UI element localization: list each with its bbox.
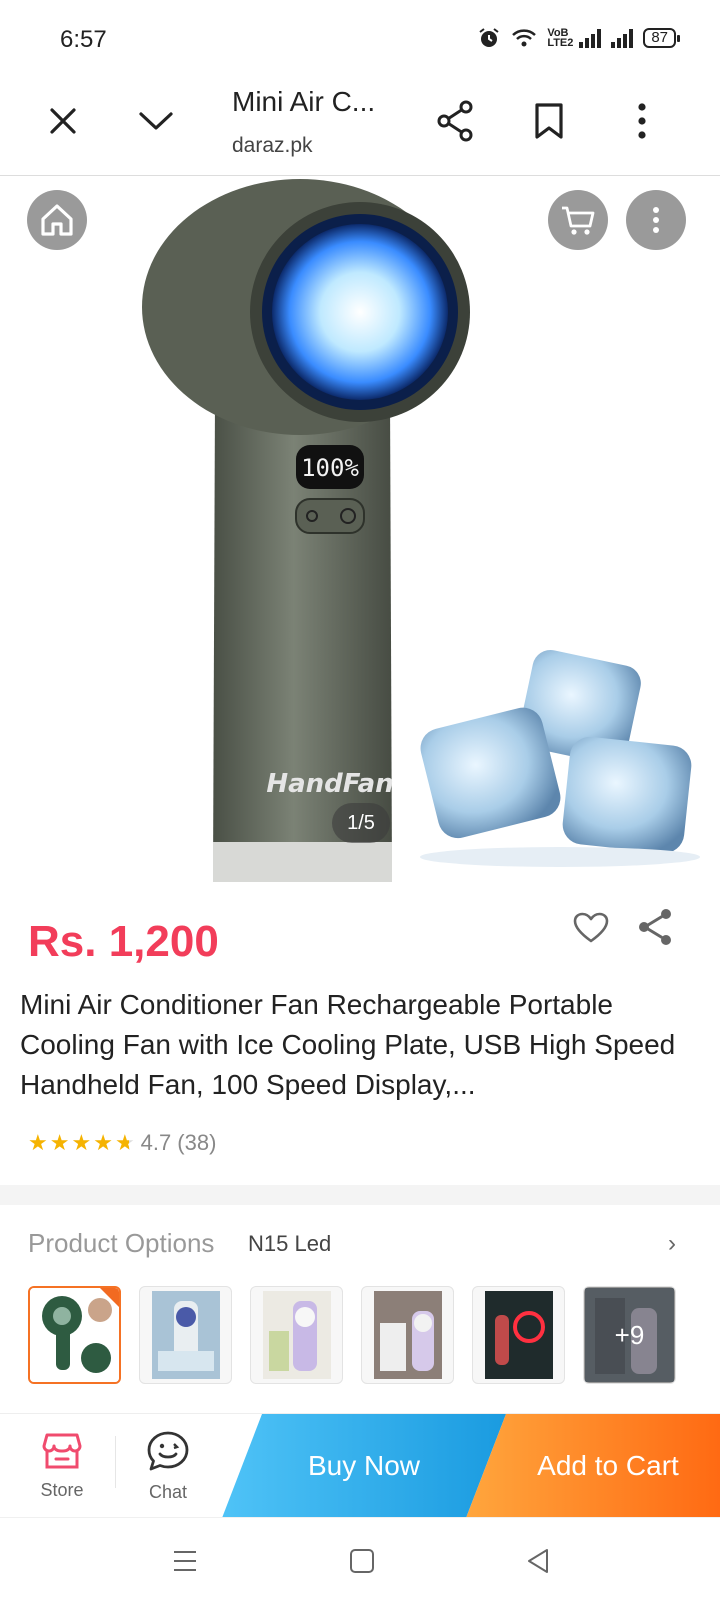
cart-icon [562,206,595,235]
minimize-tab-button[interactable] [132,98,180,144]
cart-button[interactable] [548,190,608,250]
more-options-count[interactable]: +9 [584,1287,675,1383]
back-nav-button[interactable] [513,1538,563,1584]
gallery-page-indicator: 1/5 [332,803,390,843]
close-tab-button[interactable] [40,98,86,144]
chat-label: Chat [148,1481,188,1502]
chat-button[interactable]: Chat [128,1414,208,1518]
close-icon [50,108,76,134]
option-thumbnail[interactable] [28,1286,121,1384]
square-icon [350,1549,374,1573]
heart-icon [573,912,609,943]
price-row: Rs. 1,200 [0,897,720,987]
battery-indicator: 87 [643,28,680,48]
option-thumbnail[interactable]: +9 [583,1286,676,1384]
share-product-button[interactable] [632,903,678,951]
speed-display-text: 100% [301,454,359,482]
product-title[interactable]: Mini Air Conditioner Fan Rechargeable Po… [20,985,700,1105]
more-vertical-icon [653,207,659,233]
bookmark-icon [535,103,563,139]
bottom-action-bar: Store Chat Buy Now Add to Cart [0,1413,720,1518]
green-fan-thumbnail-image [30,1288,119,1382]
share-icon [437,100,473,142]
more-menu-button[interactable] [620,96,664,146]
chevron-right-icon[interactable]: › [668,1230,676,1258]
product-image-gallery[interactable]: 100% HandFan 1/5 [0,177,720,897]
rating-row[interactable]: ★ ★ ★ ★ ★ 4.7 (38) [28,1130,216,1156]
rating-count: (38) [177,1130,217,1155]
status-time: 6:57 [60,26,107,53]
home-nav-button[interactable] [337,1538,387,1584]
chat-icon [147,1431,189,1470]
star-icon: ★ [71,1130,92,1155]
alarm-icon [479,28,499,47]
purple-fan-thumbnail-image [262,1291,331,1379]
wifi-icon [512,29,537,47]
system-navigation-bar [0,1517,720,1604]
share-icon [639,909,671,945]
option-thumbnail[interactable] [139,1286,232,1384]
led-fan-thumbnail-image [484,1291,553,1379]
star-icon: ★ [93,1130,113,1155]
rating-value: 4.7 [140,1130,172,1155]
star-icon: ★ [49,1130,70,1155]
tab-domain[interactable]: daraz.pk [232,134,313,158]
product-options-label[interactable]: Product Options [28,1228,214,1259]
chevron-down-icon [139,112,173,130]
bottom-bar-separator [115,1436,116,1488]
star-icon: ★ [28,1130,48,1155]
network-type-label: VoB LTE2 [547,27,574,49]
status-icons: VoB LTE2 87 [477,26,680,50]
recent-apps-button[interactable] [160,1538,210,1584]
share-page-button[interactable] [432,96,478,146]
product-options-selected[interactable]: N15 Led [248,1231,331,1257]
tab-title[interactable]: Mini Air C... [232,86,375,118]
bookmark-button[interactable] [526,96,572,146]
product-image: 100% HandFan [142,179,700,882]
menu-lines-icon [174,1551,196,1571]
section-divider [0,1185,720,1205]
back-triangle-icon [528,1549,548,1573]
option-thumbnail[interactable] [472,1286,565,1384]
signal-1-icon [579,28,602,48]
add-to-cart-button[interactable]: Add to Cart [466,1414,720,1518]
option-thumbnail[interactable] [250,1286,343,1384]
status-bar: 6:57 VoB LTE2 87 [0,0,720,80]
store-icon [42,1433,82,1468]
misting-fan-thumbnail-image [373,1291,442,1379]
buy-now-button[interactable]: Buy Now [222,1414,506,1518]
brand-text: HandFan [266,769,393,799]
home-icon [41,204,73,236]
more-vertical-icon [638,103,646,139]
rating-stars: ★ ★ ★ ★ ★ [28,1130,135,1156]
gallery-more-button[interactable] [626,190,686,250]
store-label: Store [40,1479,84,1500]
option-thumbnails: +9 [28,1286,676,1384]
option-thumbnail[interactable] [361,1286,454,1384]
wishlist-button[interactable] [568,905,614,951]
half-star-icon: ★ [114,1130,135,1155]
store-button[interactable]: Store [22,1414,102,1518]
signal-2-icon [611,28,634,48]
product-price: Rs. 1,200 [28,917,219,966]
blue-fan-thumbnail-image [151,1291,220,1379]
home-button[interactable] [27,190,87,250]
